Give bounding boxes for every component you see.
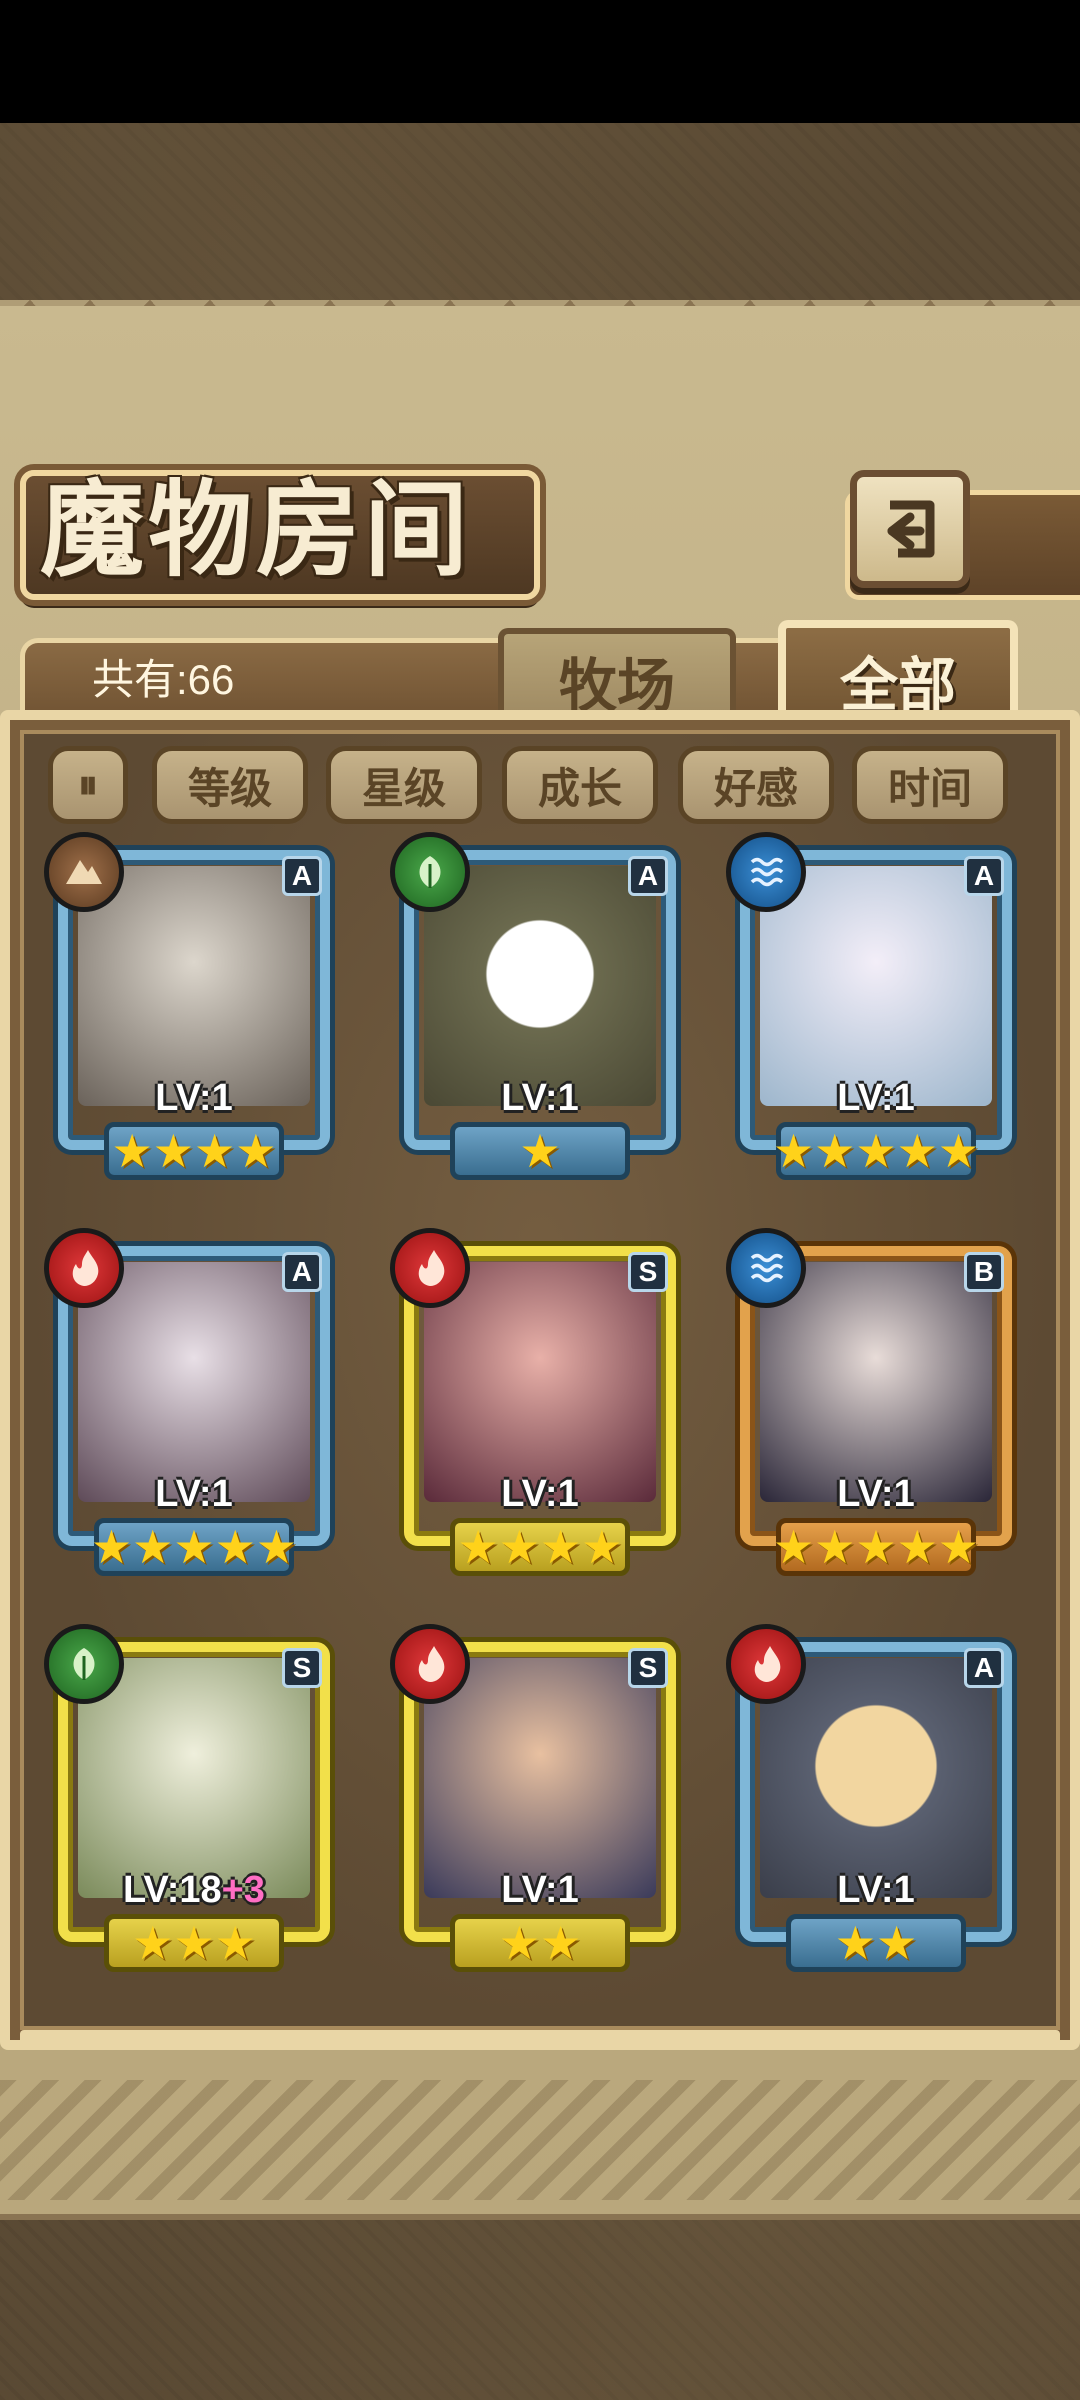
rank-badge: A	[964, 1648, 1004, 1688]
monster-portrait	[760, 866, 992, 1106]
level-label: LV:1	[48, 1076, 340, 1120]
star-bar: ★★★★	[450, 1518, 630, 1576]
star-bar: ★★★	[104, 1914, 284, 1972]
monster-portrait	[760, 1262, 992, 1502]
level-value: LV:1	[501, 1869, 579, 1911]
rank-badge: S	[282, 1648, 322, 1688]
star-bar: ★	[450, 1122, 630, 1180]
monster-portrait	[424, 1658, 656, 1898]
monster-card[interactable]: S LV:1 ★★	[390, 1624, 686, 1972]
page-title: 魔物房间	[40, 468, 473, 591]
rank-badge: A	[964, 856, 1004, 896]
level-value: LV:1	[155, 1473, 233, 1515]
monster-card[interactable]: S LV:18+3 ★★★	[44, 1624, 340, 1972]
level-label: LV:1	[730, 1868, 1022, 1912]
level-value: LV:1	[837, 1869, 915, 1911]
rank-badge: A	[282, 1252, 322, 1292]
board-zigzag-bottom	[0, 2080, 1080, 2200]
star-rating: ★★★	[132, 1916, 256, 1970]
level-label: LV:1	[730, 1076, 1022, 1120]
monster-portrait	[78, 1262, 310, 1502]
earth-icon	[44, 832, 124, 912]
level-label: LV:1	[394, 1868, 686, 1912]
rank-badge: S	[628, 1648, 668, 1688]
star-rating: ★	[519, 1124, 561, 1178]
star-rating: ★★	[498, 1916, 582, 1970]
monster-count: 共有:66	[92, 656, 235, 703]
fire-icon	[390, 1624, 470, 1704]
monster-portrait	[424, 1262, 656, 1502]
star-rating: ★★	[834, 1916, 918, 1970]
leaf-icon	[44, 1624, 124, 1704]
level-value: LV:1	[155, 1077, 233, 1119]
monster-card[interactable]: A LV:1 ★★★★★	[44, 1228, 340, 1576]
level-label: LV:18+3	[48, 1868, 340, 1912]
monster-card[interactable]: S LV:1 ★★★★	[390, 1228, 686, 1576]
sort-growth-button[interactable]: 成长	[502, 746, 658, 824]
star-rating: ★★★★★	[90, 1520, 298, 1574]
sort-time-button[interactable]: 时间	[852, 746, 1008, 824]
star-bar: ★★	[450, 1914, 630, 1972]
leaf-icon	[390, 832, 470, 912]
sort-level-button[interactable]: 等级	[152, 746, 308, 824]
star-bar: ★★★★★	[772, 1518, 980, 1576]
level-bonus: +3	[221, 1869, 265, 1911]
level-value: LV:1	[501, 1473, 579, 1515]
rank-badge: S	[628, 1252, 668, 1292]
status-bar	[0, 0, 1080, 123]
star-bar: ★★★★	[104, 1122, 284, 1180]
star-rating: ★★★★	[457, 1520, 623, 1574]
monster-card[interactable]: B LV:1 ★★★★★	[726, 1228, 1022, 1576]
monster-card[interactable]: A LV:1 ★★★★★	[726, 832, 1022, 1180]
monster-portrait	[78, 866, 310, 1106]
star-bar: ★★★★★	[90, 1518, 298, 1576]
star-bar: ★★★★★	[772, 1122, 980, 1180]
monster-portrait	[78, 1658, 310, 1898]
level-value: LV:1	[837, 1077, 915, 1119]
water-icon	[726, 832, 806, 912]
level-value: LV:1	[501, 1077, 579, 1119]
back-button[interactable]	[850, 470, 970, 588]
star-bar: ★★	[786, 1914, 966, 1972]
rank-badge: A	[282, 856, 322, 896]
sort-affection-button[interactable]: 好感	[678, 746, 834, 824]
monster-card[interactable]: A LV:1 ★	[390, 832, 686, 1180]
star-rating: ★★★★	[111, 1124, 277, 1178]
sort-star-button[interactable]: 星级	[326, 746, 482, 824]
star-rating: ★★★★★	[772, 1124, 980, 1178]
fire-icon	[726, 1624, 806, 1704]
fire-icon	[390, 1228, 470, 1308]
level-label: LV:1	[394, 1472, 686, 1516]
fire-icon	[44, 1228, 124, 1308]
monster-card[interactable]: A LV:1 ★★	[726, 1624, 1022, 1972]
level-label: LV:1	[48, 1472, 340, 1516]
star-rating: ★★★★★	[772, 1520, 980, 1574]
level-label: LV:1	[730, 1472, 1022, 1516]
level-label: LV:1	[394, 1076, 686, 1120]
panel-bottom-rail	[20, 2030, 1060, 2050]
level-value: LV:18	[123, 1869, 222, 1911]
level-value: LV:1	[837, 1473, 915, 1515]
monster-card[interactable]: A LV:1 ★★★★	[44, 832, 340, 1180]
return-arrow-icon	[887, 500, 935, 558]
rank-badge: B	[964, 1252, 1004, 1292]
rank-badge: A	[628, 856, 668, 896]
water-icon	[726, 1228, 806, 1308]
board-zigzag-top	[0, 300, 1080, 400]
monster-portrait	[760, 1658, 992, 1898]
sort-order-toggle[interactable]: ⏸	[48, 746, 128, 824]
monster-portrait	[424, 866, 656, 1106]
